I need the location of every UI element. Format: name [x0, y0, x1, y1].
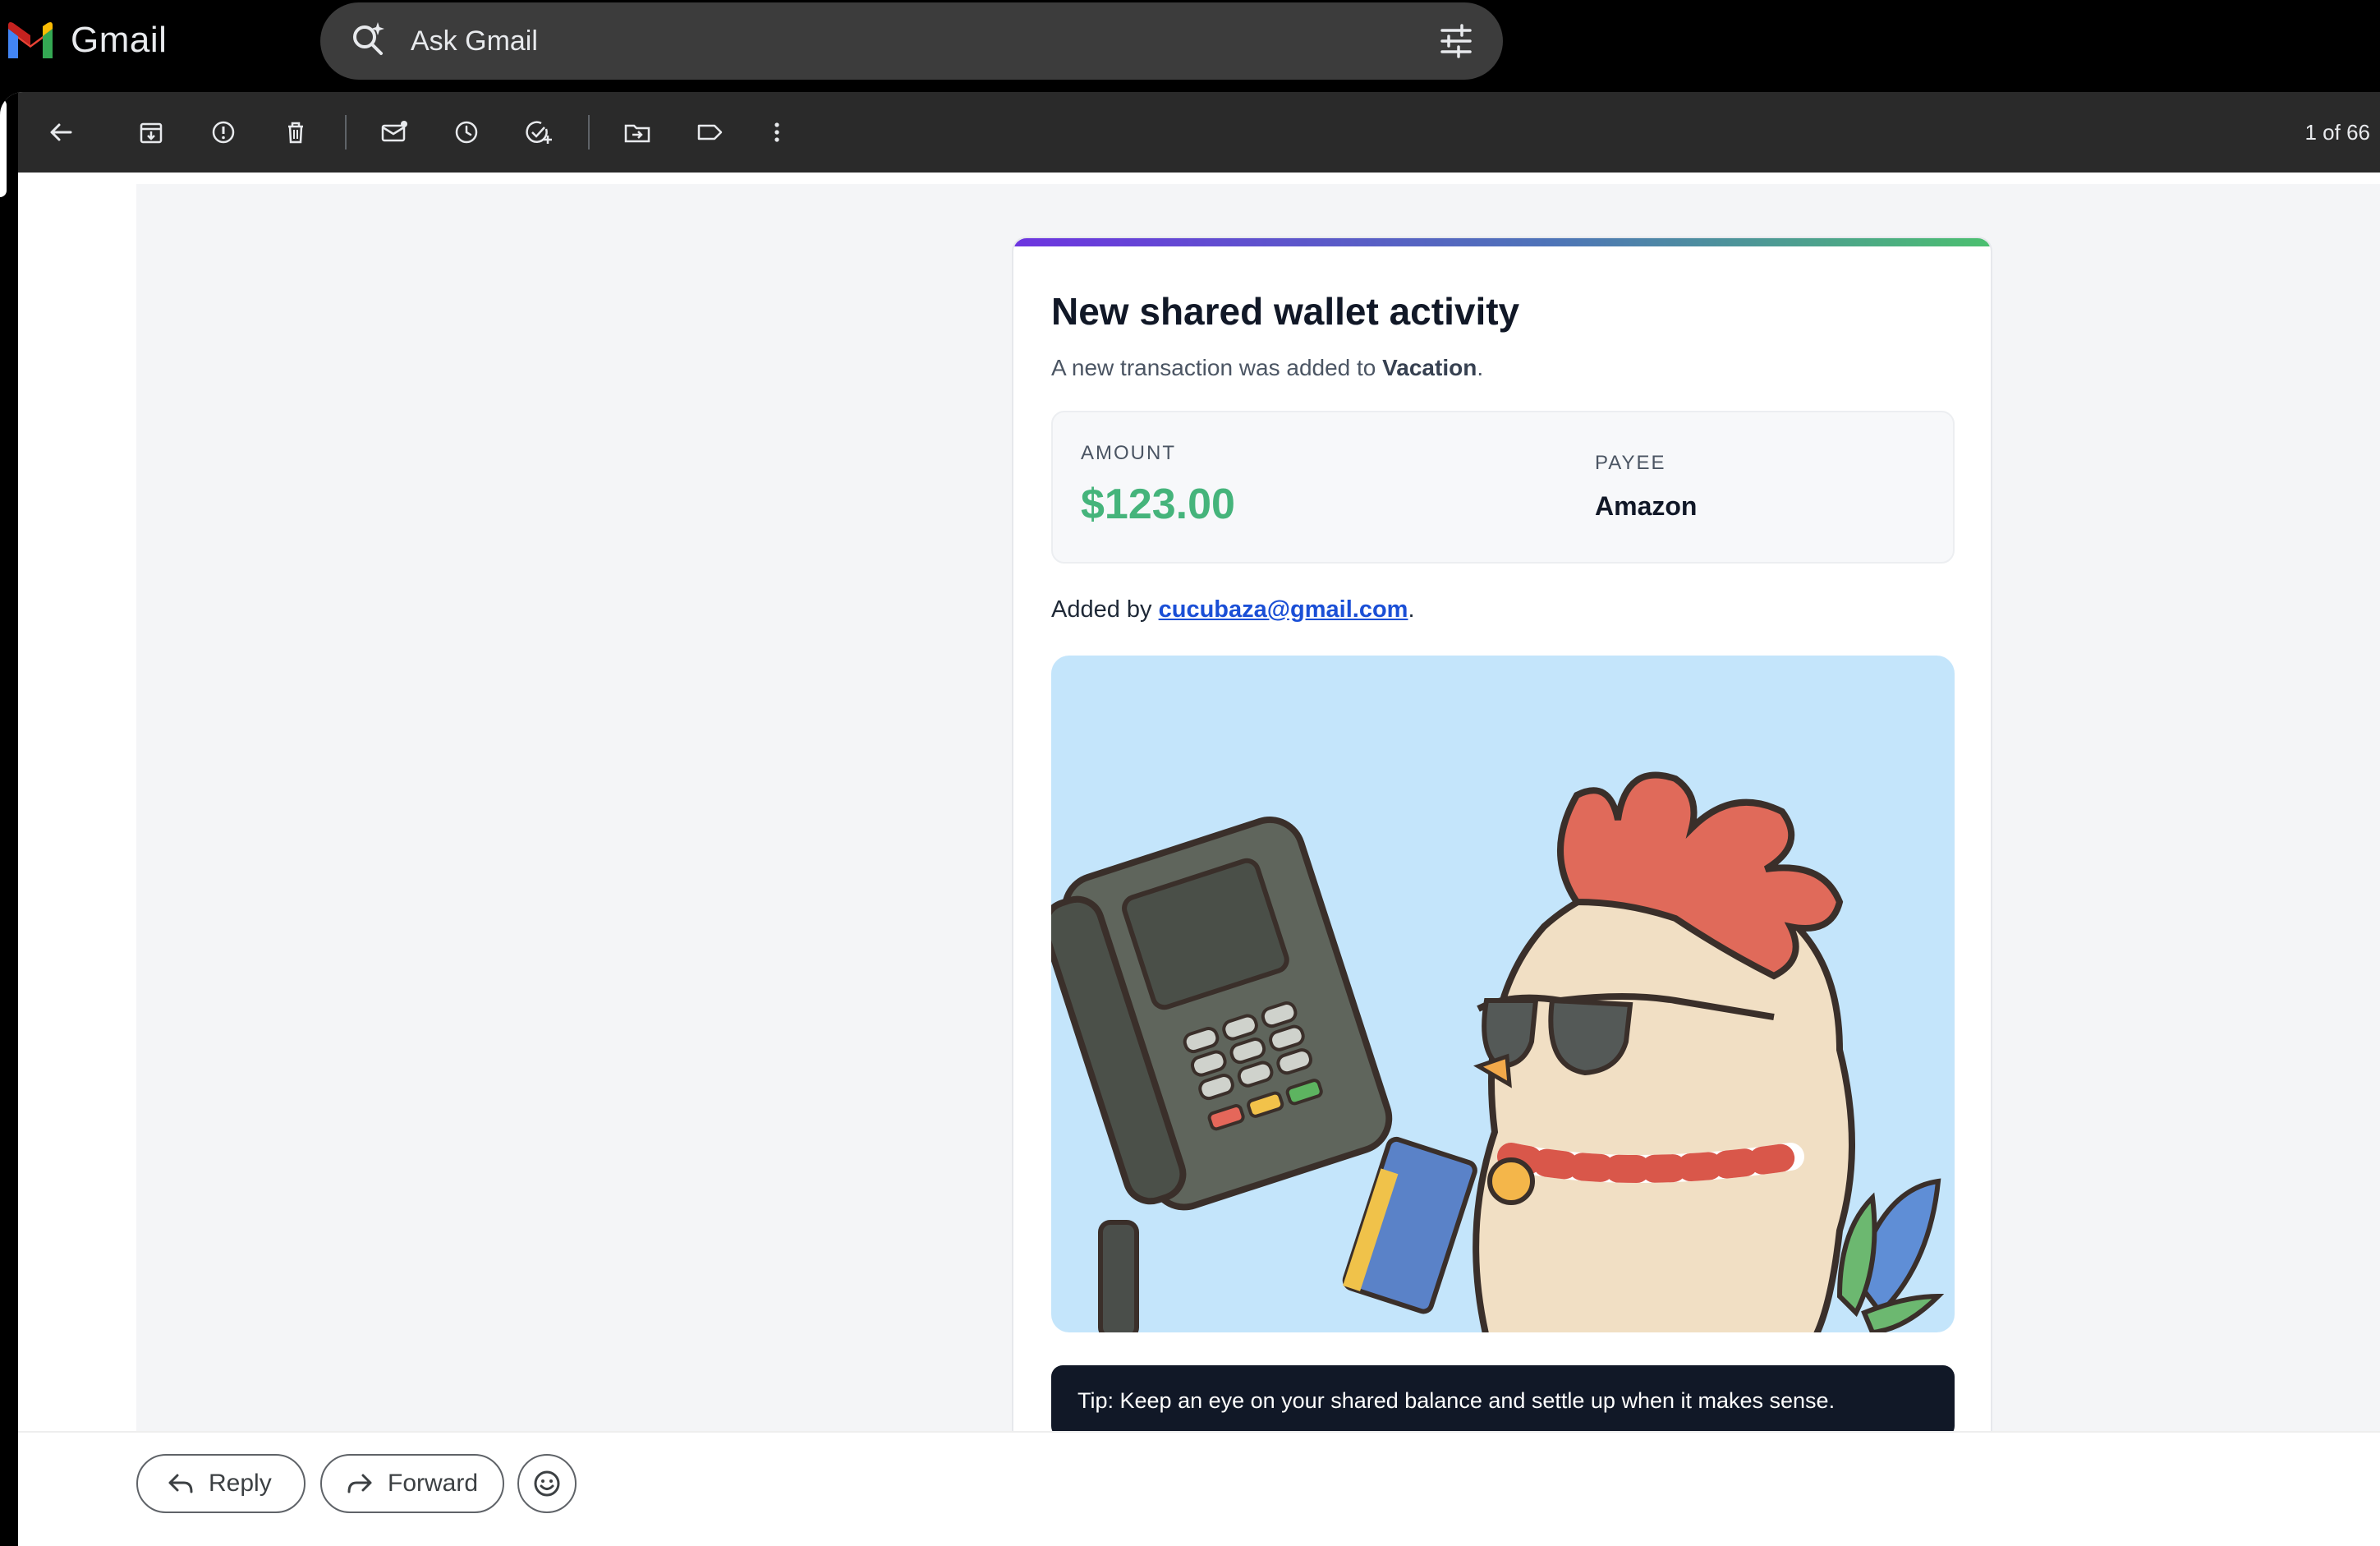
back-arrow-icon[interactable]: [44, 116, 77, 149]
mark-unread-icon[interactable]: [378, 116, 411, 149]
snooze-icon[interactable]: [450, 116, 483, 149]
email-subtitle: A new transaction was added to Vacation.: [1051, 355, 1484, 380]
move-to-icon[interactable]: [621, 116, 654, 149]
reply-bar: Reply Forward: [18, 1431, 2380, 1546]
left-handle: [0, 99, 7, 197]
gmail-m-icon: [8, 22, 53, 58]
gradient-accent-bar: [1013, 238, 1991, 246]
top-bar: Gmail Ask Gmail: [0, 0, 2380, 92]
illustration-graphic: [1051, 771, 1945, 1332]
pagination-count: 1 of 66: [2304, 120, 2370, 145]
payee-label: PAYEE: [1595, 452, 1666, 474]
more-vert-icon[interactable]: [760, 116, 793, 149]
search-bar[interactable]: Ask Gmail: [320, 2, 1503, 80]
archive-icon[interactable]: [135, 116, 168, 149]
chicken-payment-illustration: [1051, 656, 1955, 1332]
add-task-icon[interactable]: [522, 116, 555, 149]
label-icon[interactable]: [693, 116, 726, 149]
message-body: New shared wallet activity A new transac…: [18, 173, 2380, 1452]
email-canvas: New shared wallet activity A new transac…: [136, 184, 2380, 1452]
app-name: Gmail: [71, 20, 168, 60]
added-by-line: Added by cucubaza@gmail.com.: [1051, 596, 1415, 623]
left-gutter: [0, 92, 18, 1546]
delete-icon[interactable]: [279, 116, 312, 149]
smiley-icon: [534, 1470, 560, 1497]
amount-label: AMOUNT: [1081, 442, 1176, 464]
message-toolbar: 1 of 66: [18, 92, 2380, 173]
emoji-reaction-button[interactable]: [517, 1454, 577, 1513]
email-title: New shared wallet activity: [1051, 290, 1520, 333]
reply-button[interactable]: Reply: [136, 1454, 306, 1513]
report-spam-icon[interactable]: [207, 116, 240, 149]
gmail-logo[interactable]: Gmail: [5, 20, 167, 61]
added-by-email-link[interactable]: cucubaza@gmail.com: [1159, 596, 1408, 623]
search-input[interactable]: Ask Gmail: [411, 25, 538, 58]
amount-value: $123.00: [1081, 481, 1235, 528]
payee-value: Amazon: [1595, 491, 1698, 521]
forward-button[interactable]: Forward: [320, 1454, 504, 1513]
tip-banner: Tip: Keep an eye on your shared balance …: [1051, 1365, 1955, 1438]
notification-card: New shared wallet activity A new transac…: [1012, 237, 1992, 1452]
search-sparkle-icon[interactable]: [350, 21, 388, 58]
wallet-name: Vacation: [1382, 355, 1477, 380]
search-options-icon[interactable]: [1439, 24, 1473, 58]
mail-window: 1 of 66 New shared wallet activity A new…: [0, 92, 2380, 1546]
forward-icon: [347, 1474, 372, 1493]
toolbar-divider: [345, 115, 347, 150]
toolbar-divider: [588, 115, 590, 150]
reply-icon: [168, 1474, 193, 1493]
transaction-summary: AMOUNT $123.00 PAYEE Amazon: [1051, 411, 1955, 564]
